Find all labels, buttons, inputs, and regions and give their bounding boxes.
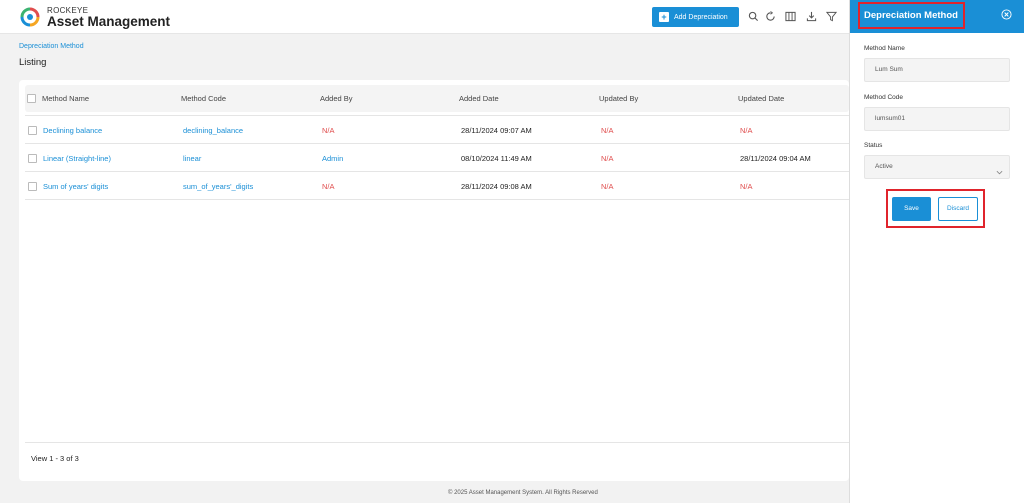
add-depreciation-button[interactable]: + Add Depreciation (652, 7, 739, 27)
search-icon[interactable] (748, 11, 759, 22)
listing-card: Method Name Method Code Added By Added D… (19, 80, 849, 481)
method-name-label: Method Name (864, 45, 905, 52)
table-row[interactable]: Sum of years' digits sum_of_years'_digit… (25, 172, 849, 200)
table-row[interactable]: Declining balance declining_balance N/A … (25, 116, 849, 144)
updated-date-cell: N/A (740, 182, 753, 191)
column-header[interactable]: Added By (320, 94, 353, 103)
column-header[interactable]: Updated Date (738, 94, 784, 103)
breadcrumb[interactable]: Depreciation Method (19, 43, 84, 50)
columns-icon[interactable] (785, 11, 796, 22)
plus-icon: + (659, 12, 669, 22)
status-label: Status (864, 142, 883, 149)
refresh-icon[interactable] (765, 11, 776, 22)
panel-title: Depreciation Method (864, 10, 958, 21)
filter-icon[interactable] (825, 11, 838, 22)
method-code-cell: linear (183, 154, 202, 163)
row-checkbox[interactable] (28, 154, 37, 163)
copyright: © 2025 Asset Management System. All Righ… (448, 490, 598, 496)
column-header[interactable]: Added Date (459, 94, 499, 103)
status-value: Active (875, 163, 893, 170)
app-header: ROCKEYE Asset Management + Add Depreciat… (0, 0, 849, 34)
added-date-cell: 28/11/2024 09:07 AM (461, 126, 532, 135)
updated-date-cell: N/A (740, 126, 753, 135)
save-button[interactable]: Save (892, 197, 931, 221)
brand-main: Asset Management (47, 14, 171, 29)
download-icon[interactable] (806, 11, 817, 22)
row-checkbox[interactable] (28, 126, 37, 135)
chevron-down-icon (996, 164, 1003, 175)
updated-by-cell: N/A (601, 154, 614, 163)
added-by-cell: Admin (322, 154, 344, 163)
row-checkbox[interactable] (28, 182, 37, 191)
method-name-cell[interactable]: Linear (Straight-line) (43, 154, 111, 163)
logo-icon (20, 7, 40, 27)
depreciation-method-panel: Depreciation Method Method Name Lum Sum … (849, 0, 1024, 503)
method-name-cell[interactable]: Sum of years' digits (43, 182, 108, 191)
table-header: Method Name Method Code Added By Added D… (25, 85, 849, 112)
discard-button[interactable]: Discard (938, 197, 978, 221)
select-all-checkbox[interactable] (27, 94, 36, 103)
column-header[interactable]: Updated By (599, 94, 638, 103)
divider (25, 442, 849, 443)
method-name-cell[interactable]: Declining balance (43, 126, 102, 135)
panel-header: Depreciation Method (850, 0, 1024, 33)
updated-date-cell: 28/11/2024 09:04 AM (740, 154, 811, 163)
table-row[interactable]: Linear (Straight-line) linear Admin 08/1… (25, 144, 849, 172)
page-title: Listing (19, 57, 47, 68)
added-date-cell: 08/10/2024 11:49 AM (461, 154, 532, 163)
status-select[interactable]: Active (864, 155, 1010, 179)
close-icon[interactable] (1001, 9, 1012, 20)
method-code-label: Method Code (864, 94, 904, 101)
updated-by-cell: N/A (601, 126, 614, 135)
column-header[interactable]: Method Code (181, 94, 226, 103)
method-code-cell: sum_of_years'_digits (183, 182, 254, 191)
added-by-cell: N/A (322, 182, 335, 191)
method-name-input[interactable]: Lum Sum (864, 58, 1010, 82)
add-depreciation-label: Add Depreciation (674, 13, 728, 21)
method-code-cell: declining_balance (183, 126, 244, 135)
added-by-cell: N/A (322, 126, 335, 135)
method-code-input[interactable]: lumsum01 (864, 107, 1010, 131)
pagination-info: View 1 - 3 of 3 (31, 454, 79, 463)
column-header[interactable]: Method Name (42, 94, 89, 103)
added-date-cell: 28/11/2024 09:08 AM (461, 182, 532, 191)
updated-by-cell: N/A (601, 182, 614, 191)
